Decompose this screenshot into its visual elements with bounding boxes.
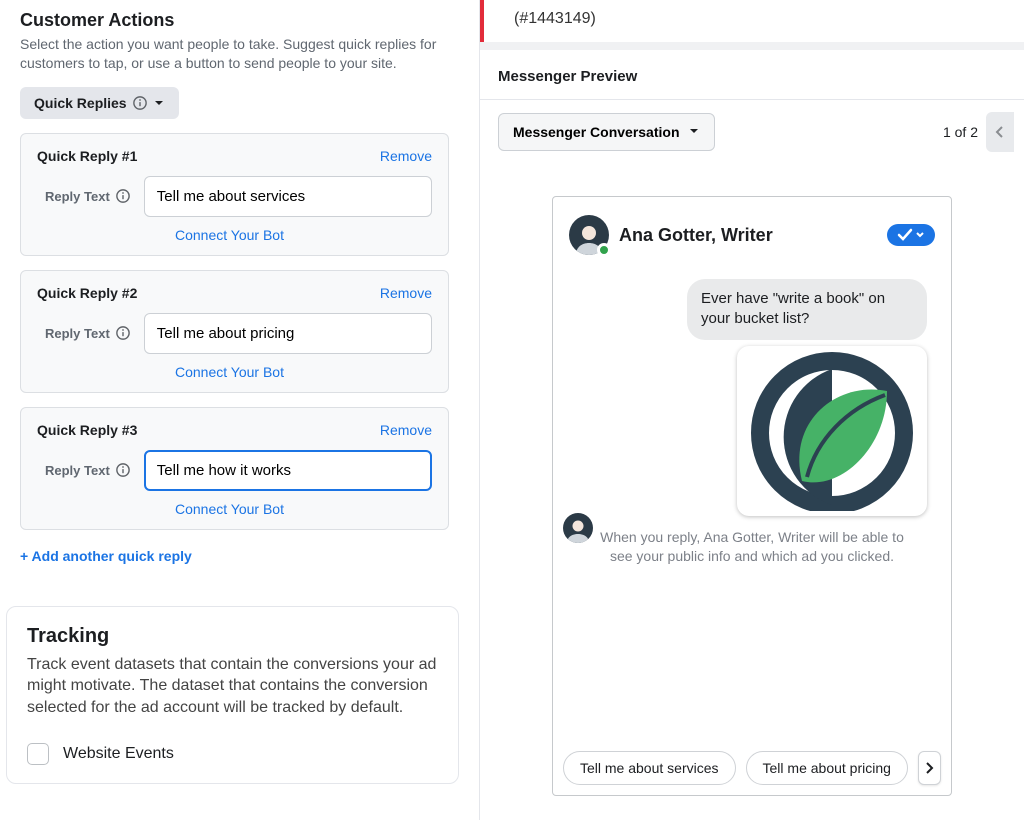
info-icon <box>116 326 130 340</box>
scroll-right-button[interactable] <box>918 751 941 785</box>
right-preview-panel: (#1443149) Messenger Preview Messenger C… <box>480 0 1024 820</box>
pager-text: 1 of 2 <box>943 124 978 140</box>
caret-down-icon <box>688 124 700 140</box>
reply-text-label: Reply Text <box>37 463 130 478</box>
add-quick-reply-link[interactable]: + Add another quick reply <box>20 548 192 564</box>
messenger-preview-frame: Ana Gotter, Writer Ever have "write a bo… <box>552 196 952 796</box>
connect-bot-link[interactable]: Connect Your Bot <box>175 501 432 517</box>
message-image <box>737 346 927 516</box>
reply-text-label: Reply Text <box>37 189 130 204</box>
chat-body: Ever have "write a book" on your bucket … <box>553 265 951 741</box>
quick-reply-title: Quick Reply #2 <box>37 285 137 301</box>
tracking-section: Tracking Track event datasets that conta… <box>6 606 459 784</box>
chat-header: Ana Gotter, Writer <box>553 197 951 265</box>
remove-link[interactable]: Remove <box>380 285 432 301</box>
quick-reply-card: Quick Reply #2 Remove Reply Text Connect… <box>20 270 449 393</box>
quick-reply-title: Quick Reply #1 <box>37 148 137 164</box>
reply-text-input[interactable] <box>144 450 432 491</box>
customer-actions-section: Customer Actions Select the action you w… <box>0 10 469 566</box>
preview-type-label: Messenger Conversation <box>513 124 680 140</box>
customer-actions-title: Customer Actions <box>20 10 449 31</box>
reply-text-input[interactable] <box>144 176 432 217</box>
info-icon <box>133 96 147 110</box>
reply-text-label: Reply Text <box>37 326 130 341</box>
preview-type-dropdown[interactable]: Messenger Conversation <box>498 113 715 151</box>
privacy-disclosure: When you reply, Ana Gotter, Writer will … <box>569 516 935 567</box>
message-bubble: Ever have "write a book" on your bucket … <box>687 279 927 340</box>
remove-link[interactable]: Remove <box>380 422 432 438</box>
preview-title: Messenger Preview <box>480 68 1024 100</box>
website-events-row[interactable]: Website Events <box>27 743 438 765</box>
verified-pill-icon <box>887 224 935 246</box>
error-strip: (#1443149) <box>480 0 1024 42</box>
quick-replies-label: Quick Replies <box>34 95 127 111</box>
quick-reply-chip[interactable]: Tell me about pricing <box>746 751 908 785</box>
preview-area: Ana Gotter, Writer Ever have "write a bo… <box>480 166 1024 820</box>
info-icon <box>116 189 130 203</box>
page-name: Ana Gotter, Writer <box>619 225 773 246</box>
quick-reply-card: Quick Reply #1 Remove Reply Text Connect… <box>20 133 449 256</box>
quick-reply-card: Quick Reply #3 Remove Reply Text Connect… <box>20 407 449 530</box>
connect-bot-link[interactable]: Connect Your Bot <box>175 364 432 380</box>
connect-bot-link[interactable]: Connect Your Bot <box>175 227 432 243</box>
preview-pager: 1 of 2 <box>943 112 1014 152</box>
tracking-desc: Track event datasets that contain the co… <box>27 654 438 719</box>
info-icon <box>116 463 130 477</box>
tracking-title: Tracking <box>27 625 438 648</box>
remove-link[interactable]: Remove <box>380 148 432 164</box>
avatar <box>569 215 609 255</box>
caret-down-icon <box>153 97 165 109</box>
chat-quick-reply-bar: Tell me about services Tell me about pri… <box>553 741 951 795</box>
website-events-checkbox[interactable] <box>27 743 49 765</box>
error-code: (#1443149) <box>514 10 596 27</box>
left-settings-panel: Customer Actions Select the action you w… <box>0 0 480 820</box>
online-status-dot <box>597 243 611 257</box>
prev-page-button[interactable] <box>986 112 1014 152</box>
preview-header: Messenger Preview Messenger Conversation… <box>480 50 1024 166</box>
quick-replies-dropdown[interactable]: Quick Replies <box>20 87 179 119</box>
sender-avatar <box>563 513 593 543</box>
quick-reply-chip[interactable]: Tell me about services <box>563 751 736 785</box>
reply-text-input[interactable] <box>144 313 432 354</box>
website-events-label: Website Events <box>63 745 174 763</box>
customer-actions-desc: Select the action you want people to tak… <box>20 35 449 73</box>
quick-reply-title: Quick Reply #3 <box>37 422 137 438</box>
